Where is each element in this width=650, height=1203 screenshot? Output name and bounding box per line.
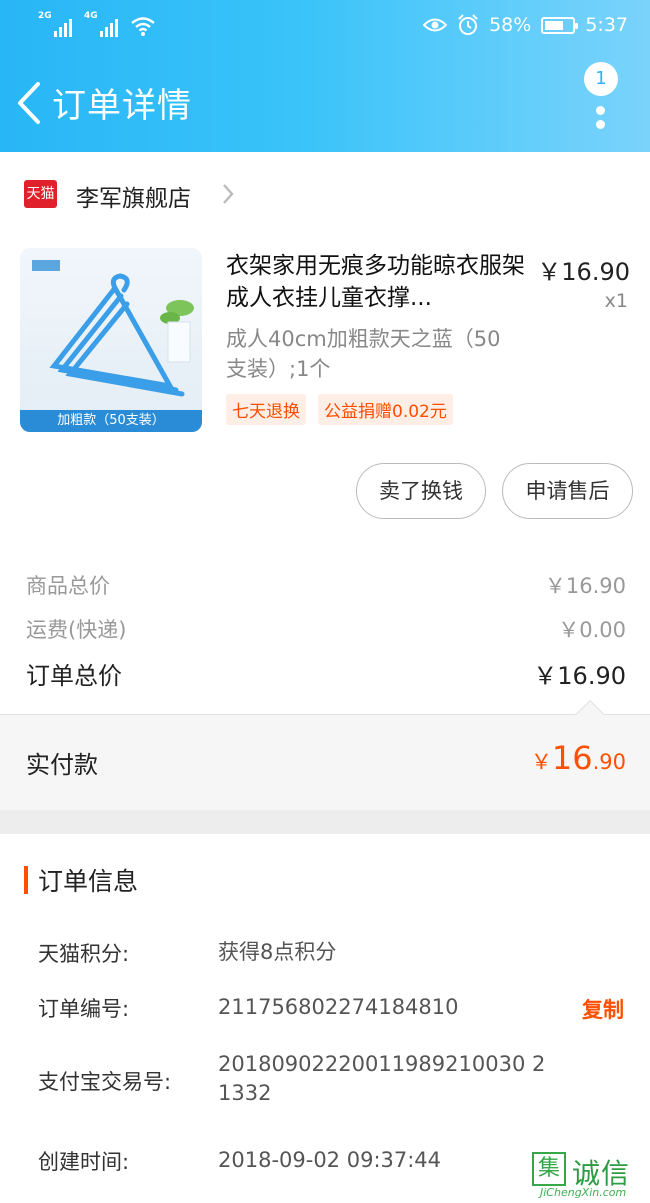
actual-payment-section: 实付款 ￥16.90 — [0, 699, 650, 810]
shipping-value: ￥0.00 — [558, 618, 626, 642]
heading-accent-bar — [24, 866, 28, 894]
points-value: 获得8点积分 — [218, 940, 337, 964]
points-label: 天猫积分: — [38, 942, 130, 966]
service-tags: 七天退换 公益捐赠0.02元 — [226, 394, 453, 425]
tmall-logo: 天猫 — [24, 180, 57, 208]
amount-decimal: .90 — [592, 750, 626, 774]
product-title[interactable]: 衣架家用无痕多功能晾衣服架成人衣挂儿童衣撑... — [226, 250, 526, 314]
order-info-heading: 订单信息 — [24, 862, 138, 898]
back-arrow-icon[interactable] — [12, 80, 46, 126]
order-total-label: 订单总价 — [26, 662, 122, 690]
wifi-icon — [131, 17, 155, 36]
order-number-value: 211756802274184810 — [218, 995, 459, 1019]
after-sale-button[interactable]: 申请售后 — [502, 463, 633, 519]
notification-badge: 1 — [584, 62, 618, 96]
signal-icon: 2G — [38, 11, 72, 37]
page-title: 订单详情 — [52, 86, 192, 126]
amount-integer: 16 — [551, 739, 593, 777]
goods-total-value: ￥16.90 — [544, 574, 626, 598]
network-type-label: 4G — [84, 11, 98, 21]
alarm-icon — [458, 14, 478, 35]
goods-total-label: 商品总价 — [26, 574, 110, 598]
goods-total-row: 商品总价 ￥16.90 — [26, 570, 626, 600]
shipping-row: 运费(快递) ￥0.00 — [26, 614, 626, 644]
alipay-trade-label: 支付宝交易号: — [38, 1070, 172, 1094]
copy-order-number-button[interactable]: 复制 — [582, 994, 624, 1024]
status-bar: 2G 4G 58% 5:37 — [0, 0, 650, 54]
actual-payment-value: ￥16.90 — [531, 739, 626, 777]
product-sku: 成人40cm加粗款天之蓝（50支装）;1个 — [226, 327, 501, 381]
product-image[interactable]: 加粗款（50支装） — [20, 248, 202, 432]
chevron-right-icon — [223, 184, 234, 204]
product-quantity: x1 — [604, 290, 628, 312]
order-number-label: 订单编号: — [38, 997, 130, 1021]
more-dot-icon — [596, 120, 605, 129]
battery-percent: 58% — [489, 14, 532, 36]
currency-symbol: ￥ — [530, 750, 552, 774]
watermark-url: JiChengXin.com — [540, 1186, 627, 1199]
more-dot-icon — [596, 106, 605, 115]
sell-button[interactable]: 卖了换钱 — [356, 463, 486, 519]
charity-tag: 公益捐赠0.02元 — [318, 394, 453, 425]
pointer-notch — [575, 699, 605, 729]
shop-name: 李军旗舰店 — [76, 186, 191, 212]
more-menu-button[interactable]: 1 — [580, 62, 620, 132]
order-total-value: ￥16.90 — [533, 662, 626, 690]
status-right: 58% 5:37 — [423, 14, 628, 36]
hanger-illustration — [49, 273, 194, 397]
alipay-trade-value: 20180902220011989210030 21332 — [218, 1052, 546, 1105]
site-watermark: 集 诚信 JiChengXin.com — [532, 1152, 644, 1200]
signal-icon: 4G — [84, 11, 118, 37]
nav-bar: 订单详情 1 — [0, 54, 650, 152]
network-type-label: 2G — [38, 11, 52, 21]
return-policy-tag: 七天退换 — [226, 394, 306, 425]
shop-row[interactable]: 天猫 李军旗舰店 — [0, 152, 650, 234]
created-time-label: 创建时间: — [38, 1150, 130, 1174]
product-price: ￥16.90 — [537, 258, 630, 286]
actual-payment-label: 实付款 — [26, 751, 98, 779]
order-total-row: 订单总价 ￥16.90 — [26, 656, 626, 691]
eye-icon — [423, 18, 448, 32]
clock: 5:37 — [585, 14, 628, 36]
product-image-caption: 加粗款（50支装） — [20, 410, 202, 432]
created-time-value: 2018-09-02 09:37:44 — [218, 1148, 442, 1172]
signal-group: 2G 4G — [38, 11, 156, 37]
battery-icon — [541, 16, 579, 34]
order-info-title: 订单信息 — [38, 867, 139, 896]
section-divider — [0, 810, 650, 834]
shipping-label: 运费(快递) — [26, 618, 127, 642]
watermark-logo: 集 — [532, 1152, 566, 1186]
app-header: 2G 4G 58% 5:37 订单详情 1 — [0, 0, 650, 152]
